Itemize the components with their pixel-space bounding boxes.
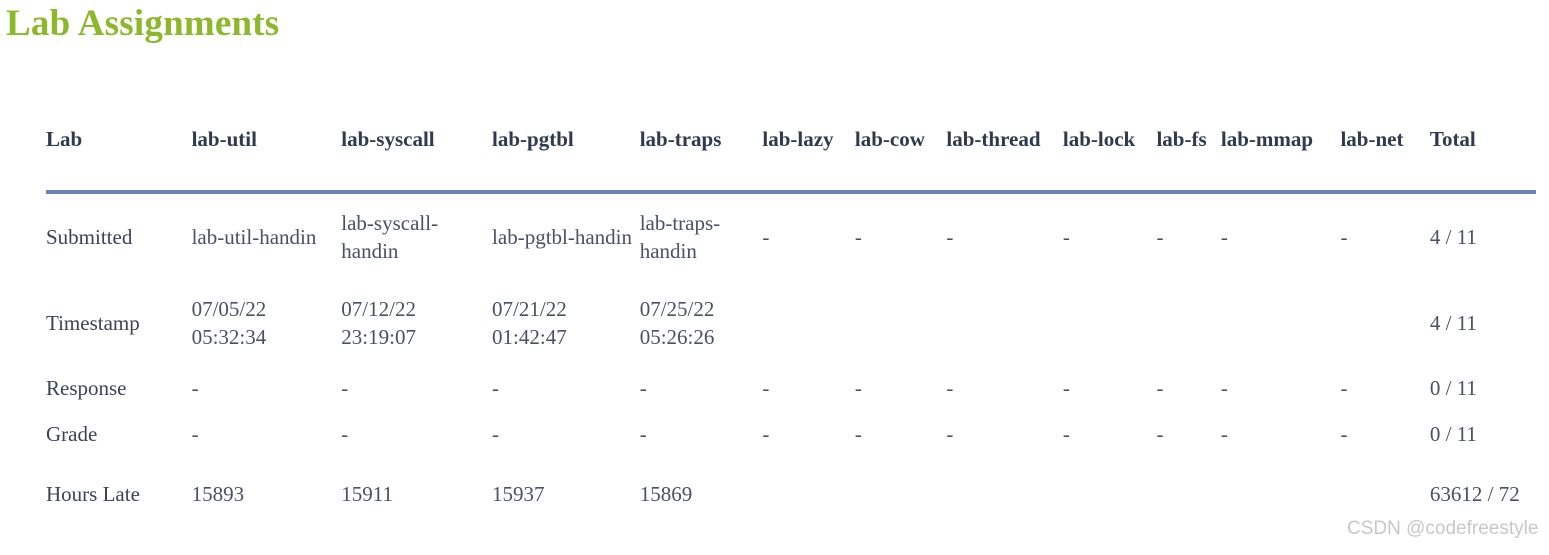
row-label-submitted: Submitted xyxy=(46,225,133,250)
cell-submitted-lab-pgtbl: lab-pgtbl-handin xyxy=(492,225,633,250)
cell-submitted-lab-mmap: - xyxy=(1220,225,1228,250)
cell-timestamp-lab-pgtbl: 07/21/22 01:42:47 xyxy=(492,297,567,349)
cell-grade-lab-lazy: - xyxy=(762,422,770,447)
cell-grade-lab-traps: - xyxy=(639,422,647,447)
cell-submitted-lab-lock: - xyxy=(1062,225,1070,250)
cell-grade-lab-mmap: - xyxy=(1220,422,1228,447)
lab-assignments-table: Lab lab-util lab-syscall lab-pgtbl lab-t… xyxy=(46,96,1536,532)
cell-timestamp-lab-mmap xyxy=(1221,282,1341,366)
cell-response-lab-lazy: - xyxy=(762,376,770,401)
column-header-lab-lock: lab-lock xyxy=(1062,126,1136,151)
cell-submitted-lab-net: - xyxy=(1340,225,1348,250)
cell-response-lab-pgtbl: - xyxy=(492,376,500,401)
cell-hours-late-lab-traps: 15869 xyxy=(639,482,693,507)
cell-timestamp-lab-net xyxy=(1340,282,1429,366)
cell-response-lab-thread: - xyxy=(946,376,954,401)
cell-timestamp-lab-lock xyxy=(1063,282,1157,366)
cell-submitted-total: 4 / 11 xyxy=(1429,225,1477,250)
column-header-lab-net: lab-net xyxy=(1340,126,1404,151)
cell-response-lab-syscall: - xyxy=(341,376,349,401)
cell-hours-late-lab-pgtbl: 15937 xyxy=(492,482,545,507)
cell-grade-lab-fs: - xyxy=(1156,422,1164,447)
cell-response-total: 0 / 11 xyxy=(1429,376,1477,401)
cell-submitted-lab-cow: - xyxy=(854,225,862,250)
cell-grade-lab-cow: - xyxy=(854,422,862,447)
cell-submitted-lab-thread: - xyxy=(946,225,954,250)
row-label-hours-late: Hours Late xyxy=(46,482,140,507)
table-row: Grade - - - - - - - - - - - 0 / 11 xyxy=(46,412,1536,458)
cell-hours-late-lab-lock xyxy=(1063,458,1157,532)
cell-timestamp-total: 4 / 11 xyxy=(1429,311,1477,336)
cell-grade-lab-lock: - xyxy=(1062,422,1070,447)
cell-timestamp-lab-fs xyxy=(1156,282,1220,366)
table-header: Lab lab-util lab-syscall lab-pgtbl lab-t… xyxy=(46,96,1536,192)
cell-response-lab-cow: - xyxy=(854,376,862,401)
cell-hours-late-lab-thread xyxy=(946,458,1062,532)
column-header-lab-cow: lab-cow xyxy=(854,126,925,151)
cell-response-lab-mmap: - xyxy=(1220,376,1228,401)
cell-submitted-lab-lazy: - xyxy=(762,225,770,250)
column-header-lab-fs: lab-fs xyxy=(1156,126,1207,151)
column-header-lab-util: lab-util xyxy=(191,126,257,151)
cell-hours-late-lab-cow xyxy=(855,458,947,532)
cell-submitted-lab-syscall: lab-syscall-handin xyxy=(341,211,439,263)
cell-submitted-lab-fs: - xyxy=(1156,225,1164,250)
cell-hours-late-lab-fs xyxy=(1156,458,1220,532)
column-header-lab-thread: lab-thread xyxy=(946,126,1041,151)
column-header-total: Total xyxy=(1429,126,1476,151)
cell-grade-lab-thread: - xyxy=(946,422,954,447)
table-header-row: Lab lab-util lab-syscall lab-pgtbl lab-t… xyxy=(46,96,1536,192)
column-header-lab-lazy: lab-lazy xyxy=(762,126,834,151)
row-label-grade: Grade xyxy=(46,422,98,447)
cell-hours-late-lab-net xyxy=(1340,458,1429,532)
column-header-lab-pgtbl: lab-pgtbl xyxy=(492,126,574,151)
cell-grade-lab-pgtbl: - xyxy=(492,422,500,447)
cell-timestamp-lab-thread xyxy=(946,282,1062,366)
cell-timestamp-lab-syscall: 07/12/22 23:19:07 xyxy=(341,297,416,349)
cell-response-lab-lock: - xyxy=(1062,376,1070,401)
cell-submitted-lab-util: lab-util-handin xyxy=(191,225,317,250)
lab-assignments-table-container: Lab lab-util lab-syscall lab-pgtbl lab-t… xyxy=(46,96,1536,532)
cell-hours-late-lab-lazy xyxy=(762,458,855,532)
cell-timestamp-lab-cow xyxy=(855,282,947,366)
cell-response-lab-net: - xyxy=(1340,376,1348,401)
column-header-lab: Lab xyxy=(46,126,83,151)
cell-timestamp-lab-traps: 07/25/22 05:26:26 xyxy=(639,297,715,349)
row-label-response: Response xyxy=(46,376,127,401)
cell-response-lab-traps: - xyxy=(639,376,647,401)
cell-hours-late-total: 63612 / 72 xyxy=(1429,482,1520,507)
table-row: Submitted lab-util-handin lab-syscall-ha… xyxy=(46,192,1536,282)
cell-timestamp-lab-lazy xyxy=(762,282,855,366)
column-header-lab-syscall: lab-syscall xyxy=(341,126,435,151)
cell-hours-late-lab-syscall: 15911 xyxy=(341,482,394,507)
page-title: Lab Assignments xyxy=(6,3,280,44)
cell-grade-lab-util: - xyxy=(191,422,199,447)
row-label-timestamp: Timestamp xyxy=(46,311,140,336)
cell-grade-total: 0 / 11 xyxy=(1429,422,1477,447)
column-header-lab-traps: lab-traps xyxy=(639,126,722,151)
table-row: Timestamp 07/05/22 05:32:34 07/12/22 23:… xyxy=(46,282,1536,366)
cell-response-lab-fs: - xyxy=(1156,376,1164,401)
cell-hours-late-lab-mmap xyxy=(1221,458,1341,532)
table-body: Submitted lab-util-handin lab-syscall-ha… xyxy=(46,192,1536,532)
cell-hours-late-lab-util: 15893 xyxy=(191,482,245,507)
cell-response-lab-util: - xyxy=(191,376,199,401)
cell-timestamp-lab-util: 07/05/22 05:32:34 xyxy=(191,297,267,349)
column-header-lab-mmap: lab-mmap xyxy=(1220,126,1314,151)
cell-grade-lab-net: - xyxy=(1340,422,1348,447)
cell-submitted-lab-traps: lab-traps-handin xyxy=(639,211,721,263)
cell-grade-lab-syscall: - xyxy=(341,422,349,447)
table-row: Response - - - - - - - - - - - 0 / 11 xyxy=(46,366,1536,412)
table-row: Hours Late 15893 15911 15937 15869 63612… xyxy=(46,458,1536,532)
